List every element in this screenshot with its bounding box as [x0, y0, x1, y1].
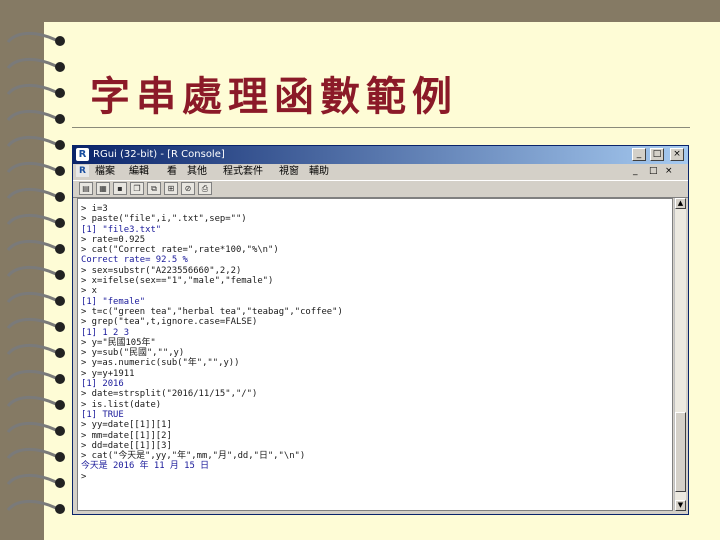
console-scrollbar[interactable]: ▲ ▼ — [674, 198, 686, 511]
open-script-icon[interactable]: ▤ — [79, 182, 93, 195]
console-command-line: > — [81, 471, 87, 482]
spiral-ring — [6, 396, 65, 410]
spiral-ring — [6, 162, 65, 176]
save-workspace-icon[interactable]: ▪ — [113, 182, 127, 195]
load-workspace-icon[interactable]: ▦ — [96, 182, 110, 195]
menu-windows[interactable]: 視窗 — [279, 164, 299, 179]
console-command-line: > mm=date[[1]][2] — [81, 430, 172, 441]
title-divider — [72, 127, 690, 128]
spiral-ring — [6, 292, 65, 306]
console-command-line: > t=c("green tea","herbal tea","teabag",… — [81, 306, 343, 317]
spiral-ring — [6, 136, 65, 150]
console-output-line: [1] "file3.txt" — [81, 224, 162, 235]
window-titlebar[interactable]: R RGui (32-bit) - [R Console] _ □ × — [73, 146, 688, 164]
spiral-ring — [6, 266, 65, 280]
menu-file[interactable]: 檔案 — [95, 164, 115, 179]
console-command-line: > y=y+1911 — [81, 368, 135, 379]
console-command-line: > y=sub("民國","",y) — [81, 348, 185, 359]
r-console[interactable]: > i=3 > paste("file",i,".txt",sep="") [1] … — [77, 198, 673, 511]
console-command-line: > cat("Correct rate=",rate*100,"%\n") — [81, 245, 279, 256]
console-command-line: > is.list(date) — [81, 399, 162, 410]
menu-edit[interactable]: 編輯 — [129, 164, 149, 179]
spiral-ring — [6, 448, 65, 462]
spiral-ring — [6, 58, 65, 72]
r-app-icon: R — [76, 148, 89, 161]
spiral-ring — [6, 422, 65, 436]
console-command-line: > rate=0.925 — [81, 234, 146, 245]
console-output-line: [1] 1 2 3 — [81, 327, 130, 338]
paste-icon[interactable]: ⧉ — [147, 182, 161, 195]
console-command-line: > yy=date[[1]][1] — [81, 420, 172, 431]
console-output-line: Correct rate= 92.5 % — [81, 255, 188, 266]
console-command-line: > grep("tea",t,ignore.case=FALSE) — [81, 317, 258, 328]
menu-bar: R 檔案 編輯 看 其他 程式套件 視窗 輔助 _ □ × — [73, 164, 688, 179]
slide-title: 字串處理函數範例 — [90, 73, 458, 120]
spiral-ring — [6, 84, 65, 98]
menu-misc[interactable]: 其他 — [187, 164, 207, 179]
console-command-line: > x=ifelse(sex=="1","male","female") — [81, 276, 274, 287]
stop-icon[interactable]: ⊘ — [181, 182, 195, 195]
console-command-line: > y="民國105年" — [81, 337, 156, 348]
scroll-down-icon[interactable]: ▼ — [675, 500, 686, 511]
menu-help[interactable]: 輔助 — [309, 164, 329, 179]
console-command-line: > date=strsplit("2016/11/15","/") — [81, 389, 258, 400]
console-output: > i=3 > paste("file",i,".txt",sep="") [1] … — [81, 204, 668, 482]
close-button[interactable]: × — [670, 148, 684, 161]
console-output-line: 今天是 2016 年 11 月 15 日 — [81, 461, 210, 472]
r-console-icon[interactable]: R — [76, 165, 89, 177]
console-output-line: [1] 2016 — [81, 379, 124, 390]
console-command-line: > dd=date[[1]][3] — [81, 440, 172, 451]
spiral-ring — [6, 474, 65, 488]
menu-packages[interactable]: 程式套件 — [223, 164, 263, 179]
toolbar: ▤ ▦ ▪ ❐ ⧉ ⊞ ⊘ ⎙ — [73, 180, 688, 198]
spiral-ring — [6, 188, 65, 202]
inner-restore-button[interactable]: □ — [649, 164, 658, 179]
console-output-line: [1] "female" — [81, 296, 146, 307]
scroll-thumb[interactable] — [675, 412, 686, 492]
print-icon[interactable]: ⎙ — [198, 182, 212, 195]
console-command-line: > paste("file",i,".txt",sep="") — [81, 214, 247, 225]
minimize-button[interactable]: _ — [632, 148, 646, 161]
maximize-button[interactable]: □ — [650, 148, 664, 161]
menu-view[interactable]: 看 — [167, 164, 177, 179]
console-command-line: > y=as.numeric(sub("年","",y)) — [81, 358, 240, 369]
console-command-line: > sex=substr("A223556660",2,2) — [81, 265, 242, 276]
spiral-ring — [6, 240, 65, 254]
spiral-ring — [6, 318, 65, 332]
console-command-line: > x — [81, 286, 98, 297]
spiral-ring — [6, 110, 65, 124]
inner-close-button[interactable]: × — [665, 164, 673, 179]
spiral-ring — [6, 344, 65, 358]
spiral-ring — [6, 32, 65, 46]
spiral-ring — [6, 500, 65, 514]
scroll-up-icon[interactable]: ▲ — [675, 198, 686, 209]
console-output-line: [1] TRUE — [81, 409, 124, 420]
rgui-window: R RGui (32-bit) - [R Console] _ □ × R 檔案… — [72, 145, 689, 515]
inner-minimize-button[interactable]: _ — [633, 164, 638, 179]
spiral-ring — [6, 214, 65, 228]
spiral-ring — [6, 370, 65, 384]
window-title: RGui (32-bit) - [R Console] — [93, 149, 225, 160]
copy-icon[interactable]: ❐ — [130, 182, 144, 195]
copy-paste-icon[interactable]: ⊞ — [164, 182, 178, 195]
console-command-line: > cat("今天是",yy,"年",mm,"月",dd,"日","\n") — [81, 451, 306, 462]
console-command-line: > i=3 — [81, 204, 108, 214]
